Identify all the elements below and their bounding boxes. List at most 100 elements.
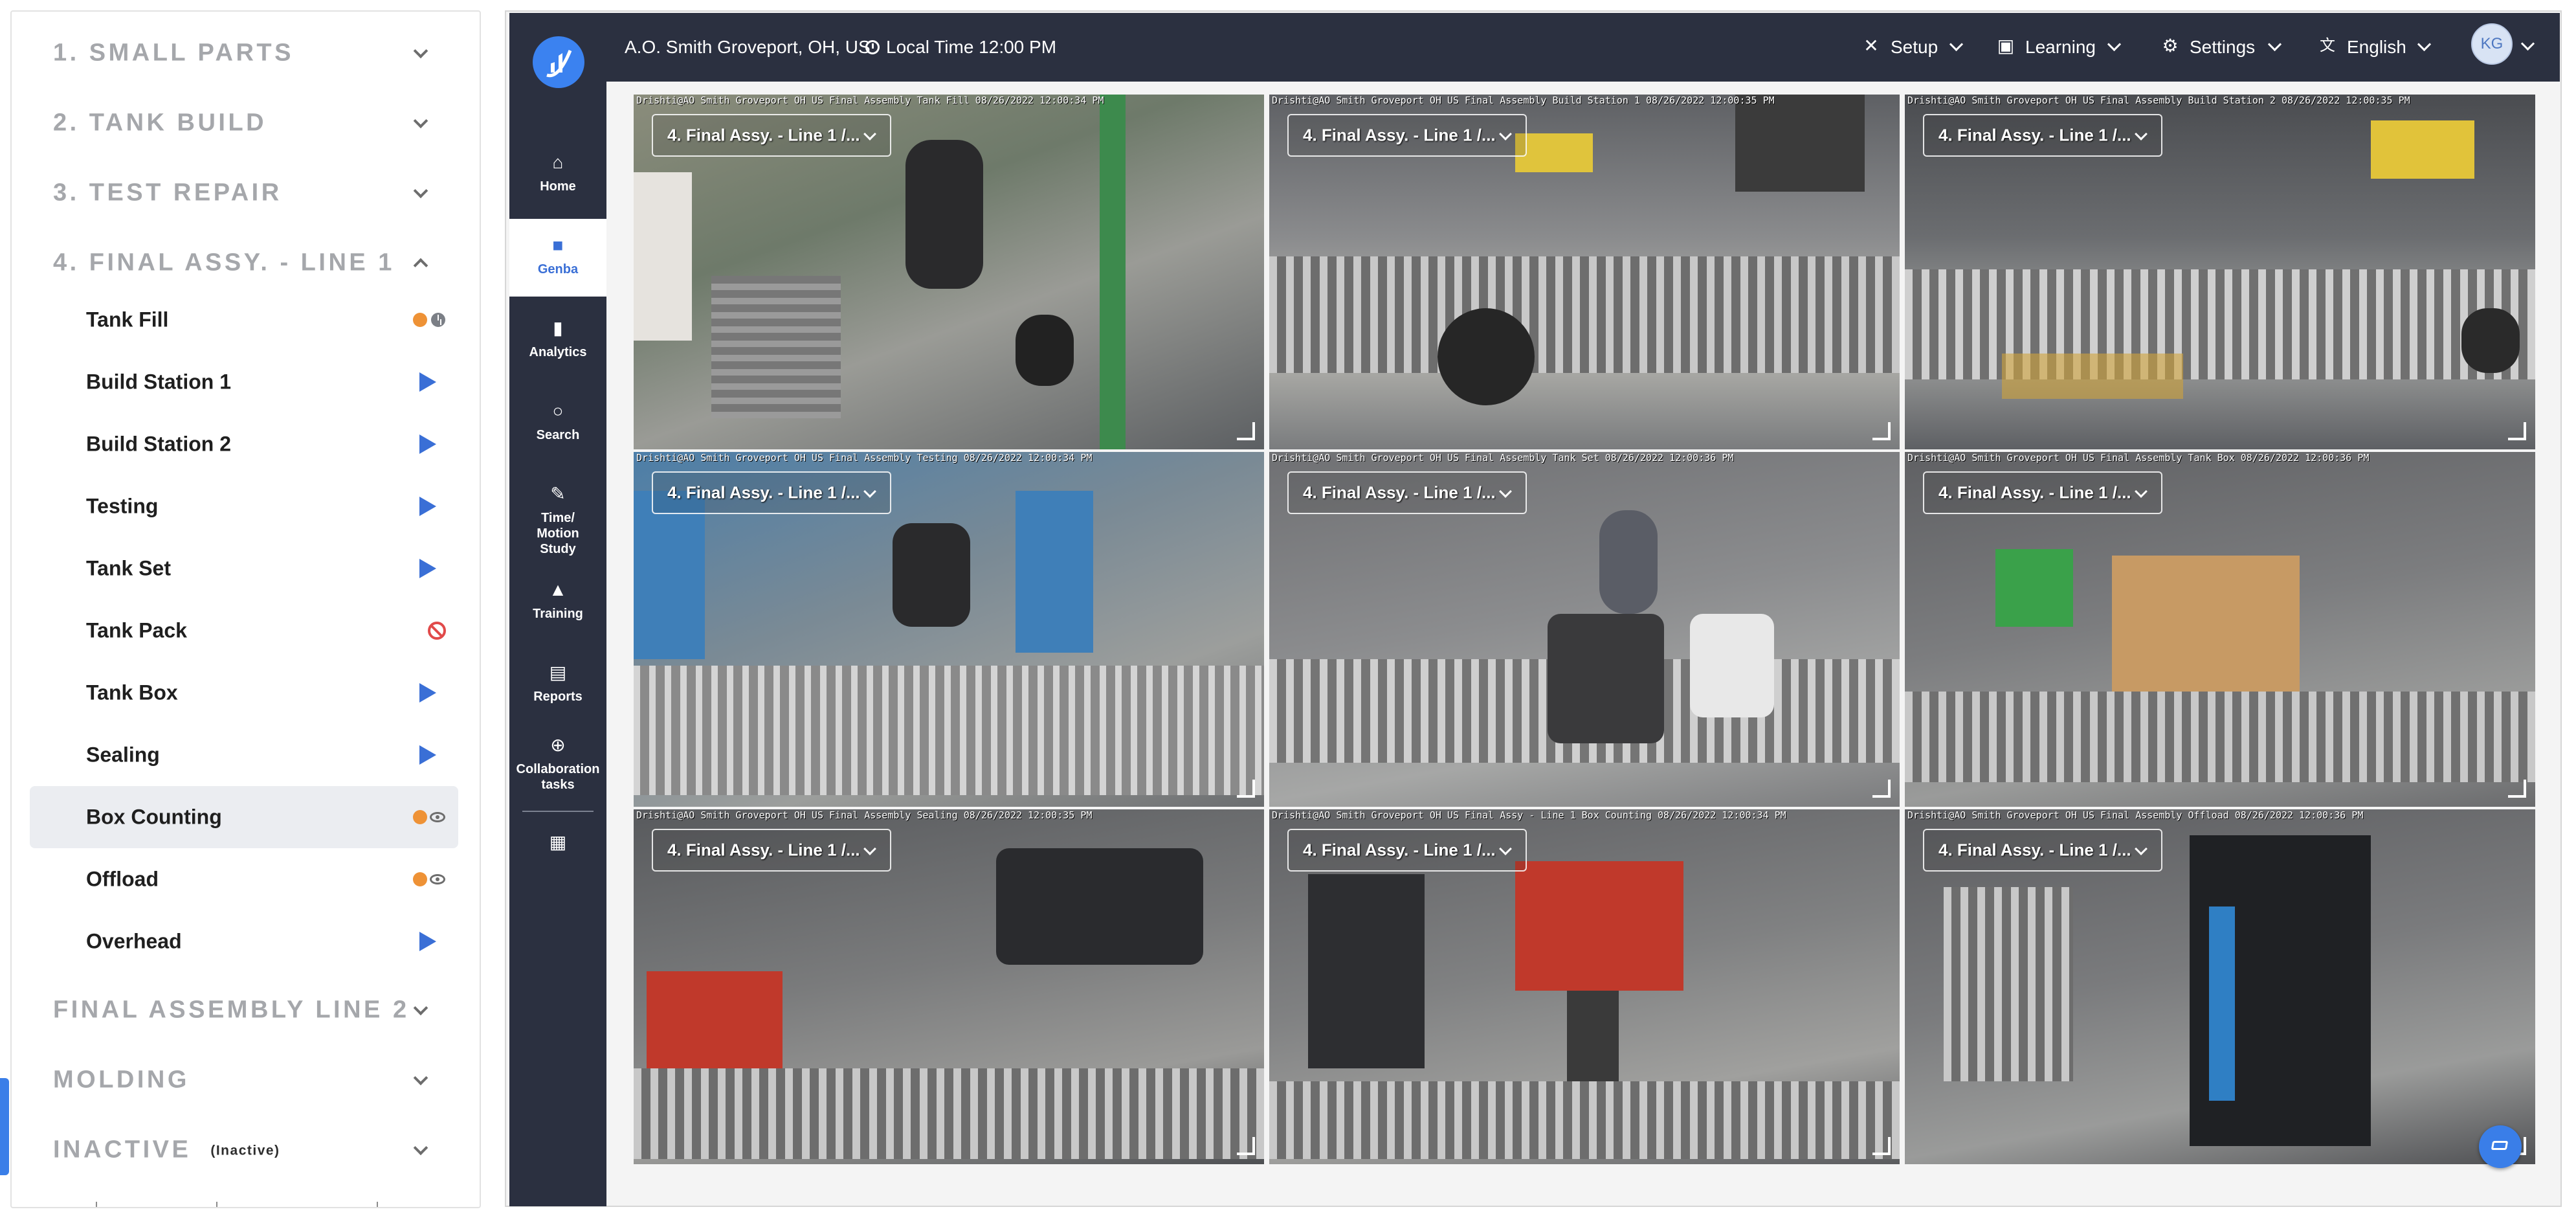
play-icon[interactable]: [419, 372, 436, 392]
camera-tile-tank-box[interactable]: Drishti@AO Smith Groveport OH US Final A…: [1905, 452, 2535, 807]
chevron-up-icon[interactable]: [413, 258, 428, 273]
stopwatch-pen-icon: ✎: [550, 484, 566, 504]
expand-icon[interactable]: [1872, 1137, 1891, 1155]
nav-apps[interactable]: ▦: [509, 820, 606, 872]
expand-icon[interactable]: [1872, 780, 1891, 798]
group-small-parts[interactable]: 1. SMALL PARTS: [12, 21, 480, 85]
video-camera-icon: ■: [552, 235, 564, 255]
eye-icon[interactable]: [430, 812, 445, 822]
line-select-dropdown[interactable]: 4. Final Assy. - Line 1 /...: [652, 829, 891, 872]
camera-tile-box-counting[interactable]: Drishti@AO Smith Groveport OH US Final A…: [1269, 809, 1900, 1164]
translate-icon: 文: [2320, 37, 2335, 54]
nav-collaboration-tasks[interactable]: ⊕ Collaboration tasks: [509, 719, 606, 803]
expand-icon[interactable]: [1872, 422, 1891, 440]
line-select-dropdown[interactable]: 4. Final Assy. - Line 1 /...: [652, 114, 891, 157]
chevron-down-icon: [863, 128, 876, 141]
play-icon[interactable]: [419, 745, 436, 765]
station-item-box-counting[interactable]: Box Counting: [30, 786, 458, 848]
camera-tile-build-station-2[interactable]: Drishti@AO Smith Groveport OH US Final A…: [1905, 95, 2535, 449]
station-item-tank-pack[interactable]: Tank Pack: [30, 600, 458, 662]
chevron-down-icon[interactable]: [413, 1140, 428, 1156]
line-select-value: 4. Final Assy. - Line 1 /...: [1303, 125, 1496, 145]
expand-icon[interactable]: [1237, 422, 1255, 440]
station-label: Tank Set: [86, 556, 171, 580]
group-tank-build[interactable]: 2. TANK BUILD: [12, 91, 480, 155]
nav-time-motion-study[interactable]: ✎ Time/ Motion Study: [509, 467, 606, 557]
app-logo[interactable]: [533, 36, 584, 88]
camera-tile-testing[interactable]: Drishti@AO Smith Groveport OH US Final A…: [634, 452, 1264, 807]
expand-icon[interactable]: [2508, 780, 2526, 798]
station-item-tank-box[interactable]: Tank Box: [30, 662, 458, 724]
station-item-sealing[interactable]: Sealing: [30, 724, 458, 786]
line-select-dropdown[interactable]: 4. Final Assy. - Line 1 /...: [1287, 829, 1527, 872]
nav-home[interactable]: ⌂ Home: [509, 136, 606, 214]
line-select-dropdown[interactable]: 4. Final Assy. - Line 1 /...: [1287, 471, 1527, 514]
group-final-assy-line-1[interactable]: 4. FINAL ASSY. - LINE 1: [12, 231, 480, 295]
nav-training[interactable]: ▲ Training: [509, 563, 606, 641]
play-icon[interactable]: [419, 932, 436, 951]
chevron-down-icon[interactable]: [413, 1070, 428, 1086]
station-item-testing[interactable]: Testing: [30, 475, 458, 537]
chevron-down-icon[interactable]: [413, 113, 428, 129]
group-molding[interactable]: MOLDING: [12, 1048, 480, 1112]
play-icon[interactable]: [419, 497, 436, 516]
station-label: Offload: [86, 867, 159, 891]
expand-icon[interactable]: [1237, 1137, 1255, 1155]
clock-icon: [431, 313, 445, 327]
group-label: MOLDING: [53, 1066, 190, 1094]
play-icon[interactable]: [419, 434, 436, 454]
camera-tile-tank-set[interactable]: Drishti@AO Smith Groveport OH US Final A…: [1269, 452, 1900, 807]
station-item-tank-set[interactable]: Tank Set: [30, 537, 458, 600]
group-test-repair[interactable]: 3. TEST REPAIR: [12, 161, 480, 225]
nav-reports[interactable]: ▤ Reports: [509, 646, 606, 724]
user-avatar[interactable]: KG: [2471, 23, 2513, 65]
station-label: Tank Fill: [86, 308, 169, 332]
expand-icon[interactable]: [2508, 422, 2526, 440]
line-select-dropdown[interactable]: 4. Final Assy. - Line 1 /...: [1923, 471, 2162, 514]
camera-tile-sealing[interactable]: Drishti@AO Smith Groveport OH US Final A…: [634, 809, 1264, 1164]
station-item-build-station-2[interactable]: Build Station 2: [30, 413, 458, 475]
expand-icon[interactable]: [1237, 780, 1255, 798]
chevron-down-icon[interactable]: [413, 43, 428, 59]
edge-tab[interactable]: [0, 1078, 9, 1175]
nav-analytics[interactable]: ▮ Analytics: [509, 302, 606, 379]
group-inactive[interactable]: INACTIVE (Inactive): [12, 1118, 480, 1182]
chevron-down-icon[interactable]: [413, 183, 428, 199]
chevron-down-icon: [2135, 485, 2148, 498]
play-icon[interactable]: [419, 683, 436, 703]
play-icon[interactable]: [419, 559, 436, 578]
camera-tile-tank-fill[interactable]: Drishti@AO Smith Groveport OH US Final A…: [634, 95, 1264, 449]
chevron-down-icon[interactable]: [413, 1000, 428, 1016]
line-select-dropdown[interactable]: 4. Final Assy. - Line 1 /...: [1923, 829, 2162, 872]
nav-genba[interactable]: ■ Genba: [509, 219, 606, 297]
line-select-dropdown[interactable]: 4. Final Assy. - Line 1 /...: [652, 471, 891, 514]
station-label: Tank Box: [86, 681, 178, 704]
station-item-tank-fill[interactable]: Tank Fill: [30, 289, 458, 351]
horizontal-scrollbar-ticks: [12, 1202, 480, 1207]
language-menu[interactable]: 文 English: [2318, 34, 2432, 60]
line-select-value: 4. Final Assy. - Line 1 /...: [1938, 482, 2131, 502]
camera-overlay-text: Drishti@AO Smith Groveport OH US Final A…: [1272, 809, 1786, 821]
settings-menu[interactable]: ⚙ Settings: [2161, 34, 2282, 60]
book-icon: ▣: [1997, 36, 2015, 56]
nav-label: Reports: [533, 690, 583, 704]
nav-search[interactable]: ○ Search: [509, 385, 606, 462]
camera-tile-build-station-1[interactable]: Drishti@AO Smith Groveport OH US Final A…: [1269, 95, 1900, 449]
station-item-overhead[interactable]: Overhead: [30, 910, 458, 973]
station-item-build-station-1[interactable]: Build Station 1: [30, 351, 458, 413]
learning-menu[interactable]: ▣ Learning: [1997, 34, 2122, 60]
station-item-offload[interactable]: Offload: [30, 848, 458, 910]
line-select-value: 4. Final Assy. - Line 1 /...: [667, 482, 860, 502]
line-select-value: 4. Final Assy. - Line 1 /...: [1938, 125, 2131, 145]
camera-overlay-text: Drishti@AO Smith Groveport OH US Final A…: [1272, 452, 1734, 464]
setup-menu[interactable]: ✕ Setup: [1862, 34, 1964, 60]
group-final-assembly-line-2[interactable]: FINAL ASSEMBLY LINE 2: [12, 978, 480, 1042]
camera-tile-offload[interactable]: Drishti@AO Smith Groveport OH US Final A…: [1905, 809, 2535, 1164]
eye-icon[interactable]: [430, 874, 445, 884]
chevron-down-icon: [1949, 37, 1964, 52]
camera-grid: Drishti@AO Smith Groveport OH US Final A…: [634, 95, 2535, 1164]
line-select-value: 4. Final Assy. - Line 1 /...: [667, 840, 860, 860]
help-fab-button[interactable]: [2479, 1125, 2522, 1168]
line-select-dropdown[interactable]: 4. Final Assy. - Line 1 /...: [1287, 114, 1527, 157]
line-select-dropdown[interactable]: 4. Final Assy. - Line 1 /...: [1923, 114, 2162, 157]
